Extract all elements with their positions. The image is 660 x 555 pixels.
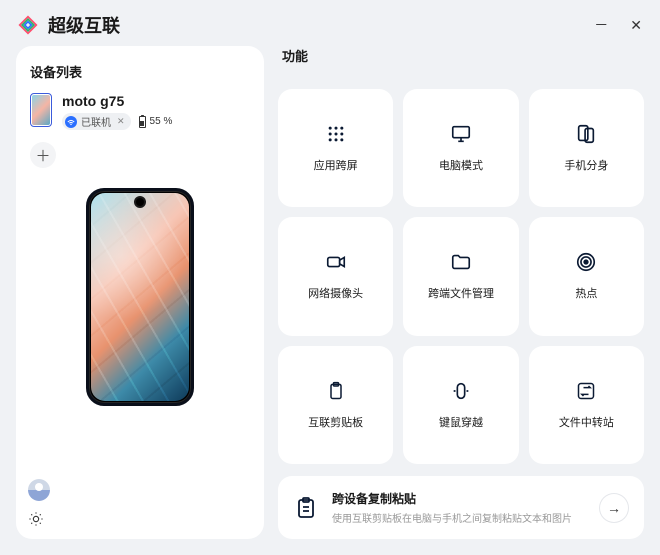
functions-grid: 应用跨屏 电脑模式 手机分身 网络摄像头 [278, 89, 644, 464]
tile-webcam[interactable]: 网络摄像头 [278, 217, 393, 335]
connection-status-text: 已联机 [81, 114, 111, 129]
tile-pc-mode[interactable]: 电脑模式 [403, 89, 518, 207]
app-title: 超级互联 [48, 12, 120, 38]
hotspot-icon [575, 251, 597, 273]
app-logo-icon [18, 15, 38, 35]
folder-icon [450, 251, 472, 273]
tile-clipboard[interactable]: 互联剪贴板 [278, 346, 393, 464]
tile-label: 热点 [575, 285, 597, 301]
device-list-panel: 设备列表 moto g75 已联机 ✕ 55 % [16, 46, 264, 539]
phone-screen [91, 193, 189, 401]
grid-dots-icon [325, 123, 347, 145]
minimize-button[interactable]: － [594, 18, 608, 32]
monitor-icon [450, 123, 472, 145]
clipboard-list-icon [294, 496, 318, 520]
battery-status: 55 % [139, 116, 173, 128]
transfer-icon [575, 380, 597, 402]
functions-title: 功能 [278, 46, 644, 65]
battery-text: 55 % [150, 116, 173, 127]
settings-button[interactable] [28, 511, 50, 527]
promo-title: 跨设备复制粘贴 [332, 490, 586, 507]
device-list-title: 设备列表 [30, 62, 250, 81]
tile-label: 键鼠穿越 [439, 414, 483, 430]
mouse-cross-icon [450, 380, 472, 402]
connection-status-pill[interactable]: 已联机 ✕ [62, 113, 131, 130]
tile-label: 跨端文件管理 [428, 285, 494, 301]
user-avatar-icon[interactable] [28, 479, 50, 501]
phone-notch-icon [136, 198, 144, 206]
tile-app-cross-screen[interactable]: 应用跨屏 [278, 89, 393, 207]
close-button[interactable]: ✕ [630, 18, 642, 32]
promo-subtitle: 使用互联剪贴板在电脑与手机之间复制粘贴文本和图片 [332, 510, 586, 525]
titlebar: 超级互联 － ✕ [0, 0, 660, 46]
phone-duplicate-icon [575, 123, 597, 145]
phone-preview [86, 188, 194, 406]
cross-device-clipboard-card[interactable]: 跨设备复制粘贴 使用互联剪贴板在电脑与手机之间复制粘贴文本和图片 → [278, 476, 644, 539]
wifi-icon [65, 116, 77, 128]
arrow-right-icon: → [607, 500, 621, 516]
device-item[interactable]: moto g75 已联机 ✕ 55 % [30, 93, 250, 130]
device-name: moto g75 [62, 93, 250, 109]
device-thumbnail-icon [30, 93, 52, 127]
tile-mouse-keyboard[interactable]: 键鼠穿越 [403, 346, 518, 464]
tile-label: 应用跨屏 [314, 157, 358, 173]
video-camera-icon [325, 251, 347, 273]
clipboard-icon [325, 380, 347, 402]
add-device-button[interactable]: ＋ [30, 142, 56, 168]
tile-label: 互联剪贴板 [308, 414, 363, 430]
tile-label: 电脑模式 [439, 157, 483, 173]
tile-phone-clone[interactable]: 手机分身 [529, 89, 644, 207]
tile-label: 文件中转站 [559, 414, 614, 430]
gear-icon [28, 511, 44, 527]
battery-icon [139, 116, 146, 128]
tile-file-transfer[interactable]: 文件中转站 [529, 346, 644, 464]
tile-label: 网络摄像头 [308, 285, 363, 301]
disconnect-icon[interactable]: ✕ [117, 116, 125, 127]
tile-file-manager[interactable]: 跨端文件管理 [403, 217, 518, 335]
tile-hotspot[interactable]: 热点 [529, 217, 644, 335]
promo-arrow-button[interactable]: → [600, 494, 628, 522]
tile-label: 手机分身 [564, 157, 608, 173]
